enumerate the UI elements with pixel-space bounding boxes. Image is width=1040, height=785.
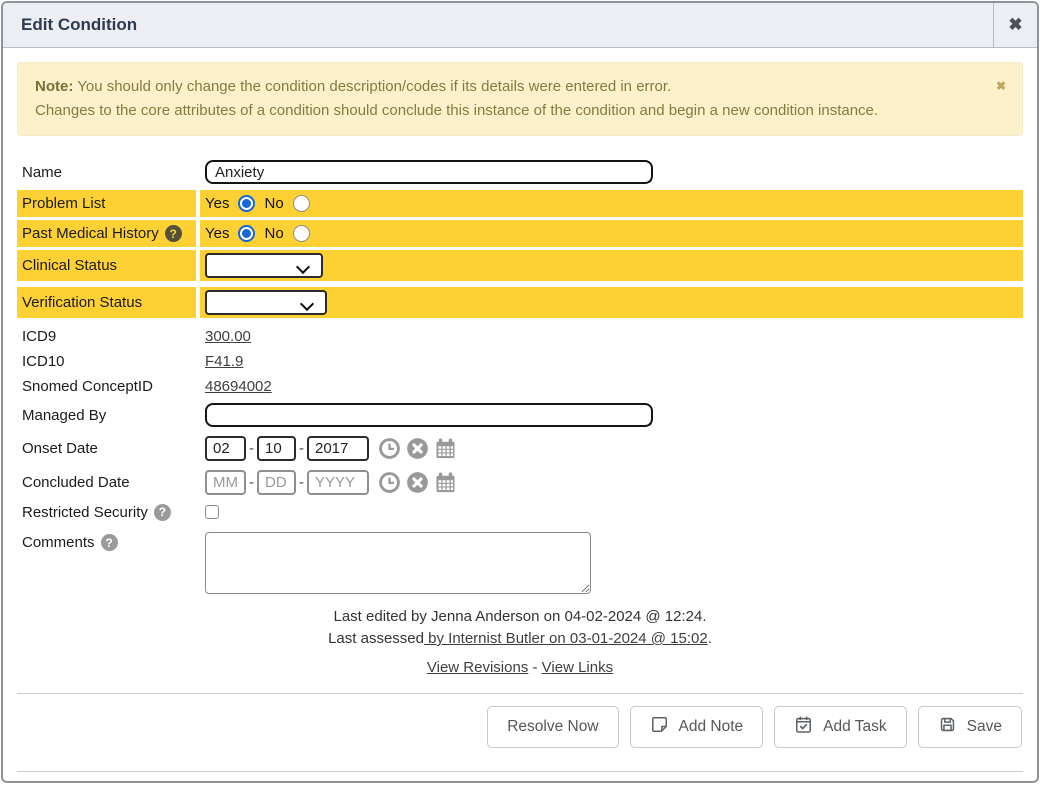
comments-label: Comments [22,534,95,551]
note-dismiss-icon[interactable]: ✖ [996,74,1006,98]
problem-list-label: Problem List [17,190,196,217]
note-banner: Note: You should only change the conditi… [17,62,1023,136]
concluded-year-input[interactable] [307,470,369,495]
pmh-no-radio[interactable] [293,225,310,242]
view-links-link[interactable]: View Links [542,659,613,676]
snomed-row: Snomed ConceptID 48694002 [17,375,1023,397]
date-separator: - [249,440,254,457]
problem-list-yes-radio[interactable] [238,195,255,212]
resolve-now-button[interactable]: Resolve Now [487,706,618,748]
date-separator: - [299,440,304,457]
problem-list-no-label: No [264,195,283,212]
onset-date-label: Onset Date [17,433,196,464]
icd10-label: ICD10 [17,350,196,372]
name-row: Name [17,157,1023,187]
note-line-1: Note: You should only change the conditi… [35,75,982,99]
verification-status-label: Verification Status [17,287,196,318]
last-assessed-text: Last assessed by Internist Butler on 03-… [17,628,1023,650]
close-button[interactable]: ✖ [993,3,1037,47]
past-medical-history-row: Past Medical History ? Yes No [17,220,1023,247]
clinical-status-select[interactable] [205,253,323,278]
past-medical-history-help-icon[interactable]: ? [165,225,182,242]
last-edited-text: Last edited by Jenna Anderson on 04-02-2… [17,606,1023,628]
problem-list-radio-group: Yes No [205,195,310,212]
date-separator: - [299,474,304,491]
comments-row: Comments ? [17,529,1023,597]
onset-day-input[interactable] [257,436,296,461]
concluded-clear-icon[interactable] [406,471,429,494]
spacer [17,748,1023,771]
clinical-status-row: Clinical Status [17,250,1023,281]
icd9-row: ICD9 300.00 [17,325,1023,347]
onset-date-row: Onset Date - - [17,433,1023,464]
icd9-label: ICD9 [17,325,196,347]
clinical-status-label: Clinical Status [17,250,196,281]
concluded-month-input[interactable] [205,470,246,495]
concluded-date-label: Concluded Date [17,467,196,498]
modal-body: Note: You should only change the conditi… [3,48,1037,783]
onset-clear-icon[interactable] [406,437,429,460]
restricted-security-row: Restricted Security ? [17,501,1023,523]
managed-by-input-wrap [205,403,653,427]
save-floppy-icon [938,715,957,739]
managed-by-label: Managed By [17,400,196,430]
icd10-row: ICD10 F41.9 [17,350,1023,372]
modal-header: Edit Condition ✖ [3,3,1037,48]
footer-divider-bottom [17,771,1023,772]
close-icon: ✖ [1008,15,1022,35]
concluded-now-clock-icon[interactable] [378,471,401,494]
audit-info: Last edited by Jenna Anderson on 04-02-2… [17,606,1023,650]
name-input-wrap [205,160,653,184]
problem-list-row: Problem List Yes No [17,190,1023,217]
pmh-yes-label: Yes [205,225,229,242]
concluded-calendar-icon[interactable] [434,471,457,494]
name-input[interactable] [205,160,653,184]
concluded-date-row: Concluded Date - - [17,467,1023,498]
problem-list-no-radio[interactable] [293,195,310,212]
concluded-day-input[interactable] [257,470,296,495]
onset-month-input[interactable] [205,436,246,461]
last-assessed-link[interactable]: by Internist Butler on 03-01-2024 @ 15:0… [424,630,708,647]
onset-year-input[interactable] [307,436,369,461]
comments-help-icon[interactable]: ? [101,534,118,551]
pmh-yes-radio[interactable] [238,225,255,242]
comments-textarea[interactable] [205,532,591,594]
problem-list-yes-label: Yes [205,195,229,212]
verification-status-select[interactable] [205,290,327,315]
note-prefix: Note: [35,78,73,95]
icd9-link[interactable]: 300.00 [205,328,251,345]
pmh-no-label: No [264,225,283,242]
edit-condition-modal: Edit Condition ✖ Note: You should only c… [1,1,1039,783]
past-medical-history-radio-group: Yes No [205,225,310,242]
date-separator: - [249,474,254,491]
task-calendar-icon [794,715,813,739]
add-task-button[interactable]: Add Task [774,706,906,748]
restricted-security-label: Restricted Security [22,504,148,521]
modal-title: Edit Condition [3,15,993,35]
links-separator: - [533,659,538,676]
add-note-button[interactable]: Add Note [630,706,764,748]
view-revisions-link[interactable]: View Revisions [427,659,528,676]
footer-buttons: Resolve Now Add Note Add Task Save [17,694,1023,748]
snomed-link[interactable]: 48694002 [205,378,272,395]
managed-by-input[interactable] [205,403,653,427]
past-medical-history-label: Past Medical History [22,225,159,242]
view-links-row: View Revisions - View Links [17,659,1023,676]
note-file-icon [650,715,669,739]
note-line-2: Changes to the core attributes of a cond… [35,99,982,123]
onset-calendar-icon[interactable] [434,437,457,460]
restricted-security-checkbox[interactable] [205,505,219,519]
name-label: Name [17,157,196,187]
managed-by-row: Managed By [17,400,1023,430]
onset-now-clock-icon[interactable] [378,437,401,460]
restricted-security-help-icon[interactable]: ? [154,504,171,521]
save-button[interactable]: Save [918,706,1022,748]
verification-status-row: Verification Status [17,287,1023,318]
icd10-link[interactable]: F41.9 [205,353,243,370]
snomed-label: Snomed ConceptID [17,375,196,397]
